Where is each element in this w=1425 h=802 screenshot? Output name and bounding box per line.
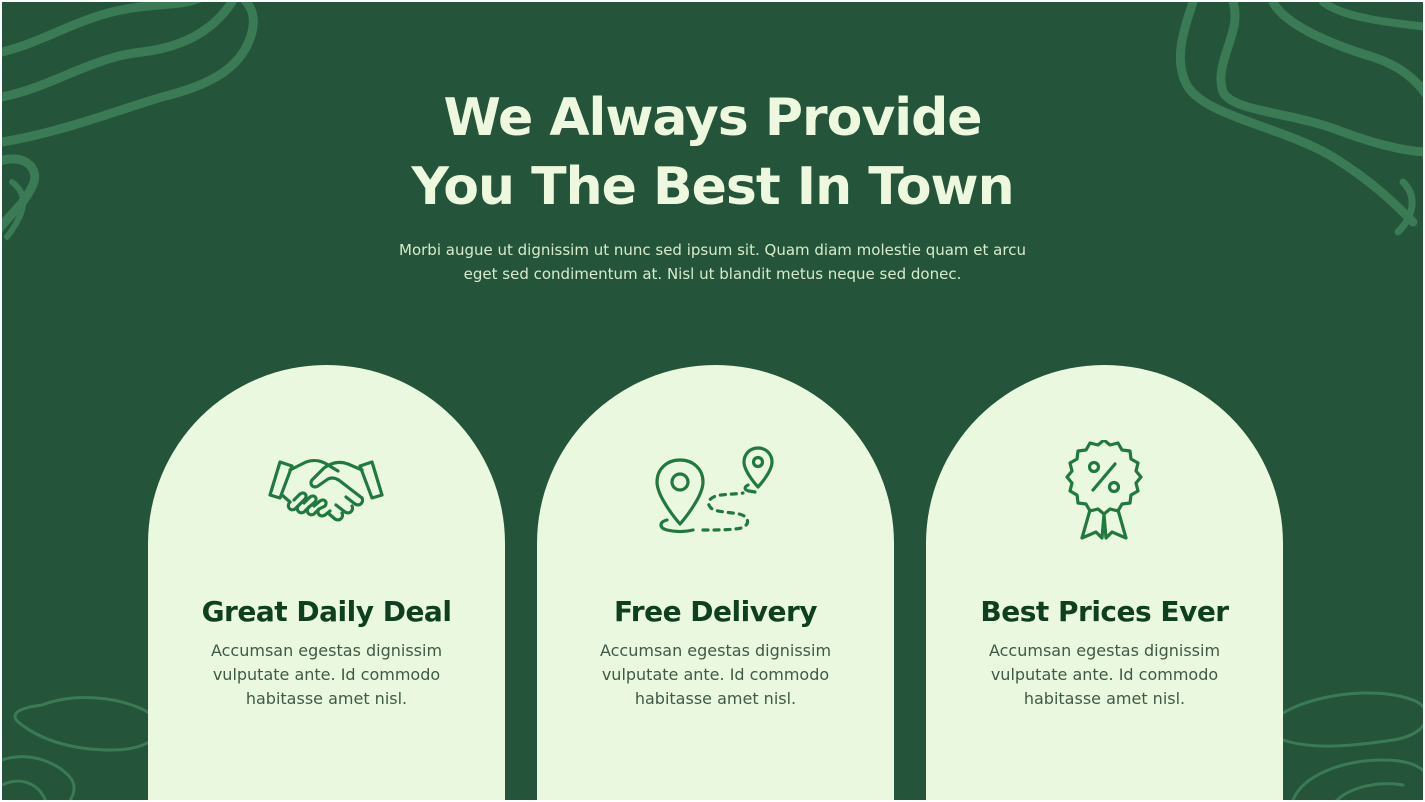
feature-card-free-delivery: Free Delivery Accumsan egestas dignissim…	[537, 365, 894, 800]
page-subtitle: Morbi augue ut dignissim ut nunc sed ips…	[399, 241, 1026, 283]
feature-title: Best Prices Ever	[980, 595, 1229, 628]
handshake-icon	[268, 458, 384, 522]
page-title: We Always Provide You The Best In Town	[2, 84, 1423, 222]
feature-title: Free Delivery	[613, 595, 818, 628]
delivery-route-icon	[655, 446, 774, 534]
discount-badge-icon	[1065, 440, 1143, 540]
slide: We Always Provide You The Best In Town M…	[2, 2, 1423, 800]
title-line-2: You The Best In Town	[411, 157, 1014, 217]
feature-card-best-prices-ever: Best Prices Ever Accumsan egestas dignis…	[926, 365, 1283, 800]
topographic-decoration-bottom-left	[2, 696, 162, 800]
feature-description: Accumsan egestas dignissim vulputate ant…	[988, 641, 1221, 708]
feature-description: Accumsan egestas dignissim vulputate ant…	[210, 641, 443, 708]
title-line-1: We Always Provide	[443, 88, 982, 148]
feature-card-great-daily-deal: Great Daily Deal Accumsan egestas dignis…	[148, 365, 505, 800]
feature-title: Great Daily Deal	[201, 595, 452, 628]
topographic-decoration-bottom-right	[1271, 691, 1423, 800]
feature-description: Accumsan egestas dignissim vulputate ant…	[599, 641, 832, 708]
